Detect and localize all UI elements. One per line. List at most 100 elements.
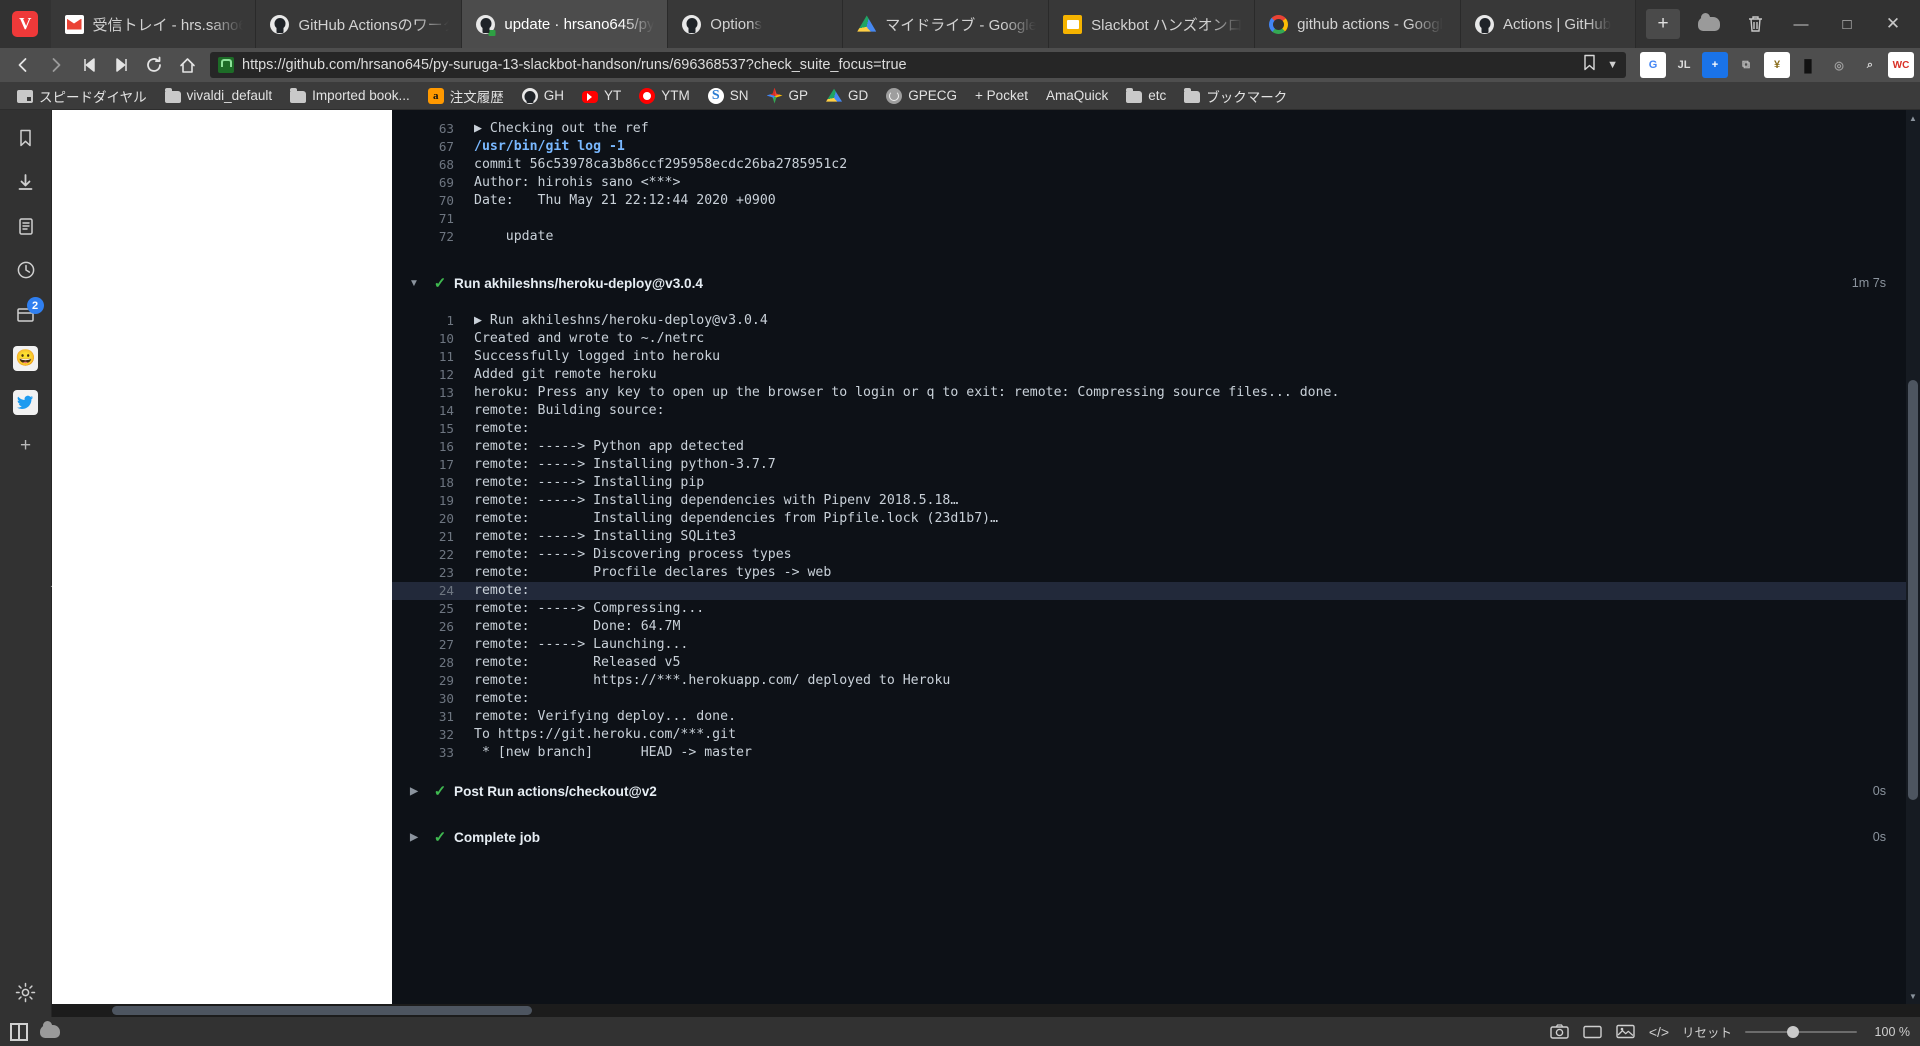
page-scroll-thumb[interactable] <box>1908 380 1918 800</box>
chevron-icon[interactable]: ▼ <box>402 278 426 289</box>
wc-ext[interactable]: WC <box>1888 52 1914 78</box>
scroll-up-arrow[interactable]: ▲ <box>1906 110 1920 126</box>
tab-label: github actions - Googl <box>1297 15 1444 33</box>
zoom-slider-knob[interactable] <box>1787 1025 1799 1038</box>
bookmark-label: GH <box>543 88 564 103</box>
url-text[interactable]: https://github.com/hrsano645/py-suruga-1… <box>242 57 1574 73</box>
bookmark-bar: スピードダイヤル vivaldi_default Imported book... a… <box>0 82 1920 110</box>
chevron-icon[interactable]: ▶ <box>402 786 426 797</box>
code-icon[interactable]: </> <box>1649 1023 1669 1040</box>
tiling-icon[interactable] <box>10 1022 28 1041</box>
web-panel-twitter[interactable] <box>6 382 46 422</box>
bookmarks-panel[interactable] <box>6 118 46 158</box>
log-line-text: Successfully logged into heroku <box>474 349 721 364</box>
trash-icon[interactable] <box>1732 0 1778 48</box>
log-line-number: 10 <box>438 331 454 346</box>
add-web-panel[interactable]: + <box>6 426 46 466</box>
bookmark-9[interactable]: GD <box>817 84 877 108</box>
minimize-button[interactable]: — <box>1778 0 1824 48</box>
log-line-number: 21 <box>438 529 454 544</box>
bookmark-label: 注文履歴 <box>449 89 504 105</box>
bookmark-1[interactable]: vivaldi_default <box>156 84 282 108</box>
bookmark-7[interactable]: S SN <box>699 84 758 108</box>
bookmark-4[interactable]: GH <box>513 84 573 108</box>
bookmark-6[interactable]: YTM <box>630 84 699 108</box>
yen-ext[interactable]: ¥ <box>1764 52 1790 78</box>
close-button[interactable]: ✕ <box>1870 0 1916 48</box>
fastforward-button[interactable] <box>105 51 138 79</box>
step-post-run-checkout[interactable]: ▶ ✓ Post Run actions/checkout@v2 0s <box>392 774 1920 808</box>
windows-panel[interactable]: 2 <box>6 294 46 334</box>
sync-cloud-icon[interactable] <box>1686 0 1732 48</box>
vivaldi-menu-button[interactable]: V <box>0 0 51 48</box>
history-panel[interactable] <box>6 250 46 290</box>
bookmark-10[interactable]: GPECG <box>877 84 966 108</box>
tab-7[interactable]: Actions | GitHub <box>1461 0 1636 48</box>
web-panel-emoji[interactable]: 😀 <box>6 338 46 378</box>
settings-button[interactable] <box>0 982 51 1003</box>
chevron-down-icon[interactable]: ▼ <box>1607 59 1618 71</box>
log-line: 13 heroku: Press any key to open up the b… <box>392 384 1920 402</box>
bookmark-13[interactable]: etc <box>1117 84 1175 108</box>
page-tiling-icon[interactable] <box>1583 1023 1603 1040</box>
bookmark-0[interactable]: スピードダイヤル <box>8 84 156 108</box>
step-heroku-deploy[interactable]: ▼ ✓ Run akhileshns/heroku-deploy@v3.0.4 1m … <box>392 266 1920 300</box>
bookmark-2[interactable]: Imported book... <box>281 84 419 108</box>
keyhole-ext[interactable]: ◎ <box>1826 52 1852 78</box>
tab-2[interactable]: update · hrsano645/py <box>462 0 669 48</box>
chevron-icon[interactable]: ▶ <box>402 832 426 843</box>
bookmark-14[interactable]: ブックマーク <box>1175 84 1296 108</box>
step-complete-job[interactable]: ▶ ✓ Complete job 0s <box>392 820 1920 854</box>
page-horizontal-scrollbar[interactable] <box>52 1004 1920 1017</box>
bookmark-5[interactable]: YT <box>573 84 630 108</box>
bookmark-outline-icon[interactable] <box>1582 54 1597 76</box>
notes-panel[interactable] <box>6 206 46 246</box>
back-button[interactable] <box>6 51 39 79</box>
add-ext[interactable]: + <box>1702 52 1728 78</box>
tab-3[interactable]: Options <box>668 0 844 48</box>
bookmark-11[interactable]: + Pocket <box>966 84 1037 108</box>
maximize-button[interactable]: □ <box>1824 0 1870 48</box>
images-icon[interactable] <box>1616 1023 1636 1040</box>
tab-4[interactable]: マイドライブ - Google ドラ <box>843 0 1050 48</box>
rewind-button[interactable] <box>72 51 105 79</box>
page-hscroll-thumb[interactable] <box>112 1006 532 1015</box>
scroll-down-arrow[interactable]: ▼ <box>1906 988 1920 1004</box>
tab-label: update · hrsano645/py <box>504 15 655 33</box>
home-button[interactable] <box>171 51 204 79</box>
jl-ext[interactable]: JL <box>1671 52 1697 78</box>
browser-body: 2 😀 + ◀ 63 ▶ Checking out the ref 67/usr/b… <box>0 110 1920 1017</box>
reload-button[interactable] <box>138 51 171 79</box>
check-icon: ✓ <box>433 829 447 846</box>
bookmark-3[interactable]: a 注文履歴 <box>419 84 513 108</box>
copy-ext[interactable]: ⧉ <box>1733 52 1759 78</box>
sync-cloud-icon[interactable] <box>40 1021 60 1038</box>
bookmark-label: GPECG <box>908 88 958 103</box>
url-bar[interactable]: https://github.com/hrsano645/py-suruga-1… <box>210 52 1626 78</box>
page-vertical-scrollbar[interactable]: ▲ ▼ <box>1906 110 1920 1017</box>
log-line-text: remote: <box>474 421 530 436</box>
globe-icon <box>886 87 903 104</box>
log-line-number: 71 <box>438 211 454 226</box>
new-tab-button[interactable]: + <box>1646 9 1680 39</box>
bookmark-ext[interactable]: ▮ <box>1795 52 1821 78</box>
bookmark-12[interactable]: AmaQuick <box>1037 84 1117 108</box>
forward-button[interactable] <box>39 51 72 79</box>
step-body-gap <box>392 300 1920 312</box>
bookmark-label: + Pocket <box>975 88 1028 103</box>
google-translate-ext[interactable]: G <box>1640 52 1666 78</box>
tab-5[interactable]: Slackbot ハンズオンロデプ <box>1049 0 1256 48</box>
log-line-text: commit 56c53978ca3b86ccf295958ecdc26ba27… <box>474 157 848 172</box>
zoom-slider[interactable] <box>1745 1025 1857 1039</box>
tab-label: Slackbot ハンズオンロデプ <box>1091 16 1243 34</box>
bookmark-label: SN <box>729 88 749 103</box>
tab-1[interactable]: GitHub Actionsのワークフ <box>256 0 463 48</box>
tab-0[interactable]: 受信トレイ - hrs.sano645 <box>50 0 257 48</box>
magnifier-ext[interactable]: ⌕ <box>1857 52 1883 78</box>
capture-icon[interactable] <box>1550 1023 1570 1040</box>
bookmark-8[interactable]: GP <box>758 84 818 108</box>
zoom-reset-label[interactable]: リセット <box>1682 1022 1732 1041</box>
tab-6[interactable]: github actions - Googl <box>1255 0 1462 48</box>
downloads-panel[interactable] <box>6 162 46 202</box>
log-line-number: 12 <box>438 367 454 382</box>
